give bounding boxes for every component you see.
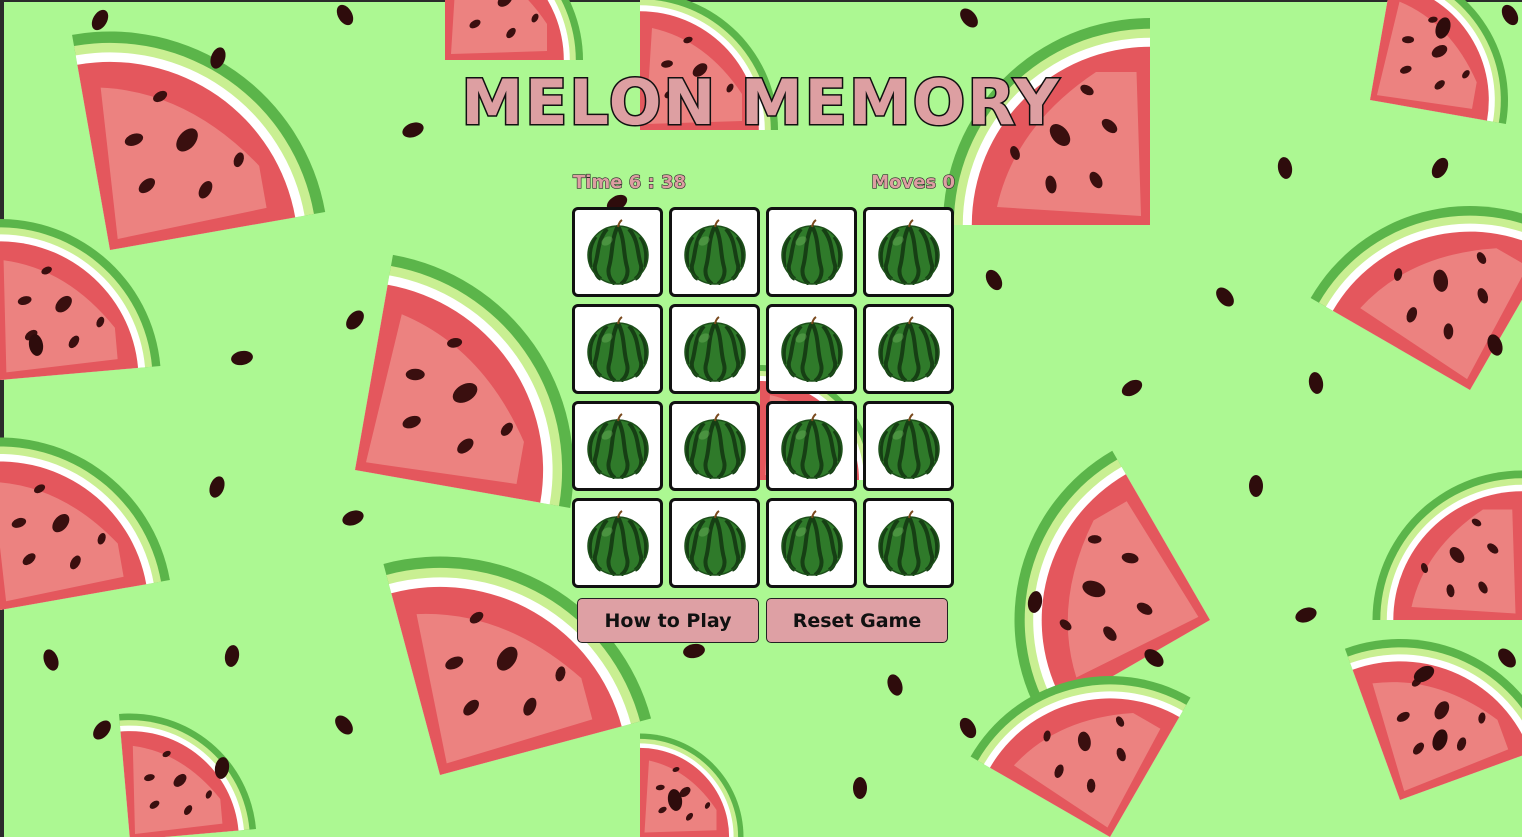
watermelon-icon (876, 316, 942, 382)
timer-label: Time (572, 171, 623, 193)
watermelon-icon (682, 219, 748, 285)
watermelon-icon (779, 413, 845, 479)
watermelon-icon (876, 413, 942, 479)
memory-card[interactable] (863, 401, 954, 491)
memory-card[interactable] (669, 498, 760, 588)
watermelon-icon (779, 219, 845, 285)
memory-card[interactable] (863, 304, 954, 394)
how-to-play-button[interactable]: How to Play (577, 598, 759, 643)
moves-readout: Moves 0 (864, 171, 956, 193)
watermelon-icon (585, 219, 651, 285)
watermelon-icon (682, 316, 748, 382)
memory-card[interactable] (572, 207, 663, 297)
memory-card[interactable] (766, 207, 857, 297)
memory-card[interactable] (669, 207, 760, 297)
memory-card[interactable] (572, 304, 663, 394)
watermelon-icon (876, 510, 942, 576)
watermelon-icon (585, 413, 651, 479)
watermelon-icon (585, 510, 651, 576)
game-title: MELON MEMORY (460, 65, 1061, 141)
memory-card[interactable] (766, 401, 857, 491)
memory-card[interactable] (863, 498, 954, 588)
moves-label: Moves (871, 171, 937, 193)
timer-readout: Time 6 : 38 (572, 171, 687, 193)
watermelon-icon (876, 219, 942, 285)
card-grid (572, 207, 954, 588)
memory-card[interactable] (766, 498, 857, 588)
memory-card[interactable] (669, 304, 760, 394)
memory-card[interactable] (572, 401, 663, 491)
watermelon-icon (682, 413, 748, 479)
moves-value: 0 (942, 171, 956, 193)
memory-card[interactable] (766, 304, 857, 394)
watermelon-icon (779, 510, 845, 576)
watermelon-icon (682, 510, 748, 576)
reset-game-button[interactable]: Reset Game (766, 598, 948, 643)
timer-value: 6 : 38 (628, 171, 687, 193)
memory-card[interactable] (572, 498, 663, 588)
memory-card[interactable] (669, 401, 760, 491)
memory-card[interactable] (863, 207, 954, 297)
watermelon-icon (779, 316, 845, 382)
watermelon-icon (585, 316, 651, 382)
